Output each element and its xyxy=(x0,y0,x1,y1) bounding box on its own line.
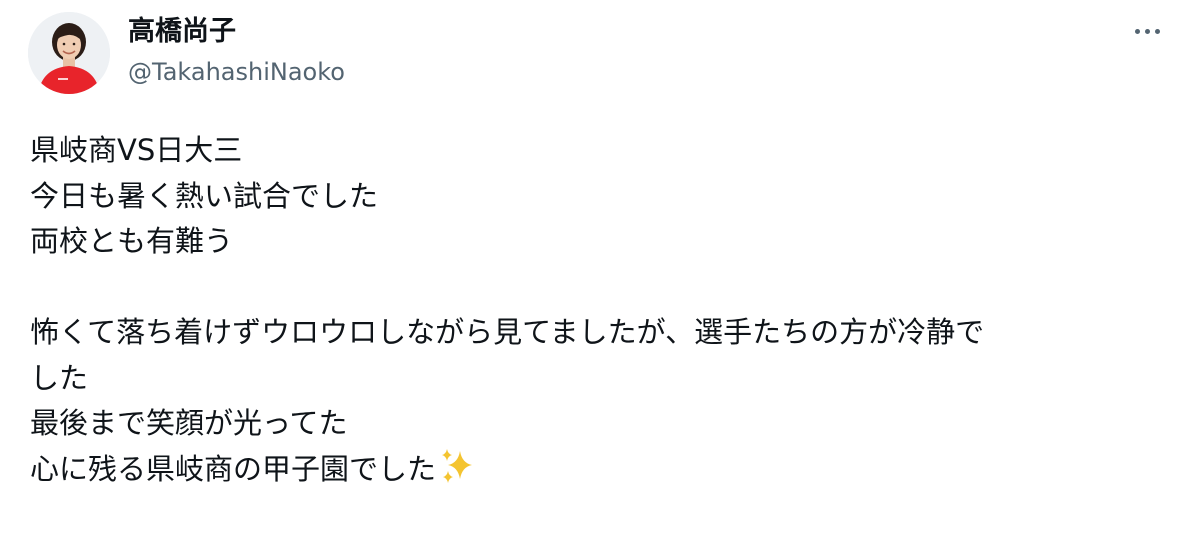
tweet-line: 怖くて落ち着けずウロウロしながら見てましたが、選手たちの方が冷静で xyxy=(30,315,985,349)
tweet-card: 高橋尚子 @TakahashiNaoko 県岐商VS日大三 今日も暑く熱い試合で… xyxy=(0,0,1188,534)
tweet-line: 両校とも有難う xyxy=(30,224,234,258)
display-name[interactable]: 高橋尚子 xyxy=(128,15,345,49)
tweet-line: 今日も暑く熱い試合でした xyxy=(30,178,379,213)
more-options-icon xyxy=(1144,28,1150,34)
user-handle[interactable]: @TakahashiNaoko xyxy=(128,55,345,89)
tweet-text: 県岐商VS日大三 今日も暑く熱い試合でした 両校とも有難う 怖くて落ち着けずウロ… xyxy=(30,128,1160,492)
author-names: 高橋尚子 @TakahashiNaoko xyxy=(128,15,345,89)
tweet-line: した xyxy=(30,360,89,395)
more-options-button[interactable] xyxy=(1124,14,1170,48)
tweet-line: 県岐商VS日大三 xyxy=(30,133,243,167)
avatar[interactable] xyxy=(28,12,110,94)
tweet-last-line: 心に残る県岐商の甲子園でした xyxy=(30,447,1160,493)
more-options-icon xyxy=(1134,28,1140,34)
tweet-line: 最後まで笑顔が光ってた xyxy=(30,406,348,440)
profile-photo-icon xyxy=(28,12,110,94)
more-options-icon xyxy=(1154,28,1160,34)
sparkles-icon xyxy=(438,447,476,499)
tweet-header: 高橋尚子 @TakahashiNaoko xyxy=(28,12,345,94)
tweet-line-text: 心に残る県岐商の甲子園でした xyxy=(30,451,437,486)
